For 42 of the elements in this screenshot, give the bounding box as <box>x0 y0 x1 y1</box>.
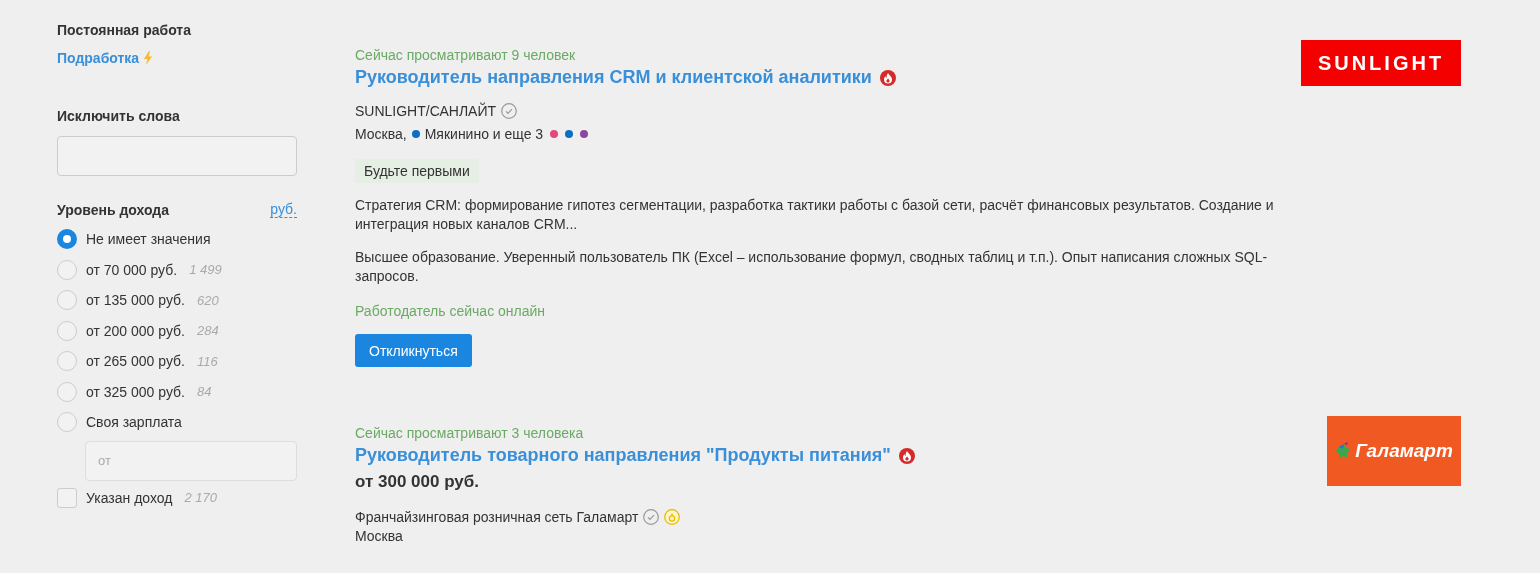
option-label[interactable]: от 265 000 руб. <box>86 353 185 370</box>
be-first-badge: Будьте первыми <box>355 159 479 183</box>
option-label[interactable]: от 325 000 руб. <box>86 383 185 400</box>
option-label[interactable]: от 135 000 руб. <box>86 292 185 309</box>
option-count: 116 <box>197 353 218 369</box>
option-count: 1 499 <box>189 262 222 278</box>
city-name: Москва, <box>355 126 407 142</box>
description-text: Высшее образование. Уверенный пользователь ПК (Excel – использование формул, сводных таблиц и т.п.). Опыт написания сложных SQL-запросов. <box>355 248 1269 286</box>
option-label[interactable]: от 200 000 руб. <box>86 322 185 339</box>
star-icon <box>1335 441 1354 461</box>
salary-text: от 300 000 руб. <box>355 472 481 492</box>
exclude-words-field[interactable] <box>57 136 297 176</box>
online-status-text: Работодатель сейчас онлайн <box>355 303 547 319</box>
radio-button[interactable] <box>57 290 77 311</box>
section-heading: Уровень дохода <box>57 202 169 218</box>
metro-station: Мякинино и еще 3 <box>424 126 544 142</box>
company-name[interactable]: Франчайзинговая розничная сеть Галамарт <box>355 509 639 525</box>
description-text: Стратегия CRM: формирование гипотез сегментации, разработка тактики работы с базой сети, расчёт финансовых результатов. Создание и интеграция новых каналов CRM... <box>355 196 1275 234</box>
radio-button[interactable] <box>57 381 77 402</box>
company-name[interactable]: SUNLIGHT/САНЛАЙТ <box>355 103 497 119</box>
radio-button[interactable] <box>57 229 77 250</box>
option-label[interactable]: Своя зарплата <box>86 414 182 431</box>
viewers-text: Сейчас просматривают 9 человек <box>355 47 577 63</box>
section-heading: Исключить слова <box>57 108 181 124</box>
city-name: Москва <box>355 528 403 544</box>
salary-field[interactable]: от <box>85 440 297 481</box>
option-count: 2 170 <box>184 490 217 506</box>
radio-button[interactable] <box>57 351 77 372</box>
radio-button[interactable] <box>57 412 77 433</box>
radio-button[interactable] <box>57 259 77 280</box>
option-count: 84 <box>197 384 212 400</box>
option-label[interactable]: Не имеет значения <box>86 231 211 248</box>
viewers-text: Сейчас просматривают 3 человека <box>355 425 585 441</box>
respond-button[interactable]: Откликнуться <box>355 334 472 367</box>
section-heading: Постоянная работа <box>57 22 192 38</box>
option-label[interactable]: Указан доход <box>86 489 173 506</box>
company-logo[interactable]: SUNLIGHT <box>1301 40 1461 86</box>
option-count: 620 <box>197 292 219 308</box>
option-count: 284 <box>197 323 219 339</box>
option-label[interactable]: от 70 000 руб. <box>86 261 178 278</box>
radio-button[interactable] <box>57 320 77 341</box>
checkbox[interactable] <box>57 487 77 508</box>
